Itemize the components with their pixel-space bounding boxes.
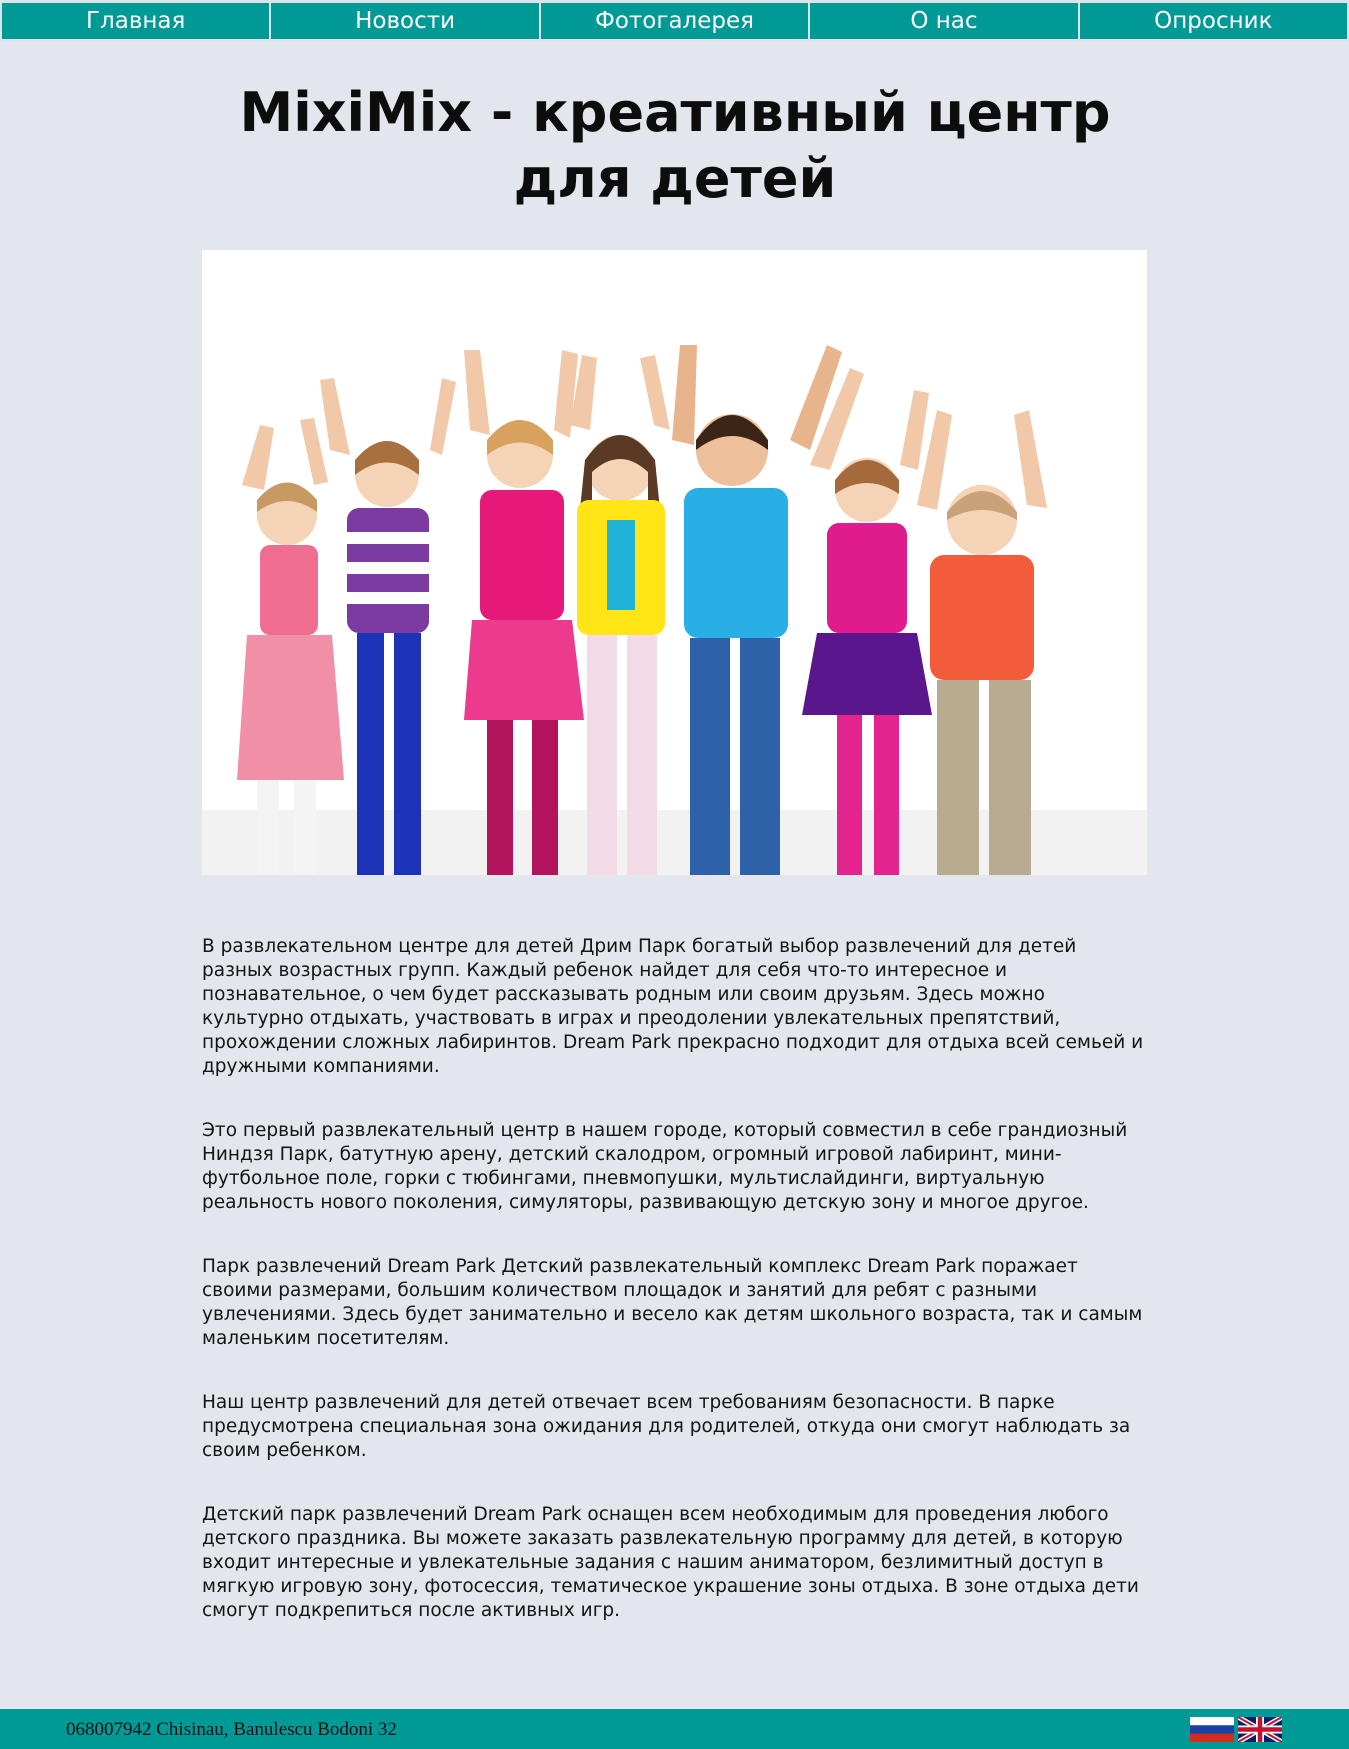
nav-item-about[interactable]: О нас [810,0,1080,41]
russia-flag-icon[interactable] [1190,1717,1234,1742]
page-title: MixiMix - креативный центр для детей [239,81,1111,210]
page: Главная Новости Фотогалерея О нас Опросн… [0,0,1349,1749]
nav-item-news[interactable]: Новости [271,0,541,41]
nav-item-home[interactable]: Главная [0,0,272,41]
language-switcher [1190,1717,1282,1742]
hero-photo [202,250,1147,875]
paragraph-safety: Наш центр развлечений для детей отвечает… [202,1392,1131,1461]
children-photo-icon [202,250,1147,875]
paragraph-parties: Детский парк развлечений Dream Park осна… [202,1504,1139,1621]
nav-item-gallery[interactable]: Фотогалерея [540,0,811,41]
paragraph-intro: В развлекательном центре для детей Дрим … [202,936,1144,1077]
main-content: В развлекательном центре для детей Дрим … [202,935,1147,1663]
footer-address: 068007942 Chisinau, Banulescu Bodoni 32 [66,1719,397,1740]
footer: 068007942 Chisinau, Banulescu Bodoni 32 [0,1709,1349,1749]
top-navigation: Главная Новости Фотогалерея О нас Опросн… [0,0,1349,41]
uk-flag-icon[interactable] [1238,1717,1282,1742]
nav-item-survey[interactable]: Опросник [1079,0,1349,41]
paragraph-attractions: Это первый развлекательный центр в нашем… [202,1120,1128,1213]
paragraph-size: Парк развлечений Dream Park Детский разв… [202,1256,1143,1349]
